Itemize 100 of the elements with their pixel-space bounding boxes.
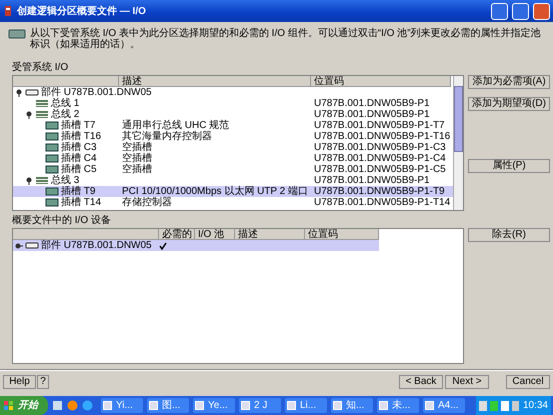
taskbar-button[interactable]: Ye... [193,398,235,413]
tray-icons[interactable] [478,400,519,410]
task-label: Yi... [116,399,133,413]
tree-row[interactable]: 总线 2 U787B.001.DNW05B9-P1 [13,109,453,120]
drive-icon [25,88,39,97]
card-icon [45,143,59,152]
column-header[interactable]: 位置码 [305,229,379,240]
expanded-toggle-icon[interactable] [25,110,33,118]
tree-row[interactable]: 部件 U787B.001.DNW05 [13,87,453,98]
app-icon [3,5,13,17]
window-icon [149,401,158,410]
tree-label: 插槽 T7 [61,120,96,131]
next-button[interactable]: Next > [445,375,489,389]
description-text: 空插槽 [122,153,152,164]
dialog-button[interactable]: 属性(P) [468,159,550,173]
tree-row[interactable]: 插槽 T14 存储控制器 U787B.001.DNW05B9-P1-T14 [13,197,453,208]
tree-row[interactable]: 部件 U787B.001.DNW05 [13,240,379,251]
description-text: 其它海量内存控制器 [122,131,212,142]
card-icon [45,154,59,163]
dialog-button[interactable]: 添加为期望项(D) [468,97,550,111]
task-label: Li... [300,399,316,413]
clock: 10:34 [522,400,548,411]
taskbar-button[interactable]: A4... [423,398,465,413]
bus-icon [35,110,49,119]
card-icon [45,187,59,196]
location-code: U787B.001.DNW05B9-P1-T9 [314,186,445,197]
description-text: 空插槽 [122,142,152,153]
location-code: U787B.001.DNW05B9-P1-C5 [314,164,446,175]
close-button[interactable] [533,2,550,20]
help-button[interactable]: Help [3,375,36,389]
expanded-toggle-icon[interactable] [15,88,23,96]
taskbar-button[interactable]: 未... [377,398,419,413]
window-icon [425,401,434,410]
column-header[interactable]: 必需的 [159,229,195,240]
tree-label: 总线 3 [51,175,80,186]
tree-row[interactable]: 插槽 C4 空插槽 U787B.001.DNW05B9-P1-C4 [13,153,453,164]
card-icon [45,132,59,141]
maximize-button[interactable] [512,2,529,20]
scrollbar[interactable] [453,76,463,210]
column-header[interactable]: I/O 池 [195,229,235,240]
location-code: U787B.001.DNW05B9-P1-T7 [314,120,445,131]
tree-row[interactable]: 插槽 T16 其它海量内存控制器 U787B.001.DNW05B9-P1-T16 [13,131,453,142]
minimize-button[interactable] [491,2,508,20]
column-header[interactable]: 描述 [235,229,305,240]
instruction-text: 从以下受管系统 I/O 表中为此分区选择期望的和必需的 I/O 组件。可以通过双击“I/O 池”列来更改必需的属性并指定池标识（如果适用的话）。 [30,28,542,50]
taskbar-button[interactable]: 知... [331,398,373,413]
tree-row[interactable]: 插槽 T7 通用串行总线 UHC 规范 U787B.001.DNW05B9-P1-T7 [13,120,453,131]
check-icon[interactable] [159,242,167,250]
tree-label: 插槽 C5 [61,164,97,175]
taskbar-button[interactable]: 图... [147,398,189,413]
window-icon [379,401,388,410]
cancel-button[interactable]: Cancel [506,375,550,389]
location-code: U787B.001.DNW05B9-P1 [314,175,430,186]
taskbar-button[interactable]: 2 J [239,398,281,413]
dialog-button[interactable]: 添加为必需项(A) [468,75,550,89]
windows-logo-icon [4,400,14,410]
task-label: Ye... [208,399,228,413]
tree-label: 插槽 T14 [61,197,102,208]
expanded-toggle-icon[interactable] [25,176,33,184]
description-text: 通用串行总线 UHC 规范 [122,120,230,131]
help-key-button[interactable]: ? [37,375,49,389]
tree-row[interactable]: 总线 1 U787B.001.DNW05B9-P1 [13,98,453,109]
tree-label: 插槽 T16 [61,131,102,142]
task-label: 2 J [254,399,268,413]
back-button[interactable]: < Back [399,375,443,389]
window-icon [103,401,112,410]
desktop-icon[interactable] [52,400,63,411]
tree-label: 插槽 C3 [61,142,97,153]
description-text: 存储控制器 [122,197,172,208]
column-header[interactable]: 描述 [119,76,311,87]
tree-row[interactable]: 插槽 C3 空插槽 U787B.001.DNW05B9-P1-C3 [13,142,453,153]
task-label: 知... [346,399,364,413]
tree-row[interactable]: 插槽 T9 PCI 10/100/1000Mbps 以太网 UTP 2 端口 U787B.001.DNW05B9-P1-T9 [13,186,453,197]
window-icon [333,401,342,410]
location-code: U787B.001.DNW05B9-P1-T14 [314,197,450,208]
card-icon [45,198,59,207]
column-header[interactable]: 位置码 [311,76,451,87]
tree-row[interactable]: 总线 3 U787B.001.DNW05B9-P1 [13,175,453,186]
tree-label: 插槽 T9 [61,186,96,197]
location-code: U787B.001.DNW05B9-P1-T16 [314,131,450,142]
card-icon [45,165,59,174]
collapsed-toggle-icon[interactable] [15,242,23,250]
location-code: U787B.001.DNW05B9-P1 [314,98,430,109]
drive-icon [25,241,39,250]
start-button[interactable]: 开始 [0,396,48,415]
card-icon [45,121,59,130]
start-label: 开始 [18,400,38,411]
tree-row[interactable]: 插槽 C5 空插槽 U787B.001.DNW05B9-P1-C5 [13,164,453,175]
description-text: 空插槽 [122,164,152,175]
window-title: 创建逻辑分区概要文件 — I/O [17,6,146,16]
taskbar-button[interactable]: Yi... [101,398,143,413]
tree-label: 部件 U787B.001.DNW05 [41,240,152,251]
device-icon [8,28,26,40]
bus-icon [35,176,49,185]
task-label: 图... [162,399,180,413]
window-icon [287,401,296,410]
taskbar-button[interactable]: Li... [285,398,327,413]
dialog-button[interactable]: 除去(R) [468,228,550,242]
task-label: A4... [438,399,459,413]
tree-label: 部件 U787B.001.DNW05 [41,87,152,98]
